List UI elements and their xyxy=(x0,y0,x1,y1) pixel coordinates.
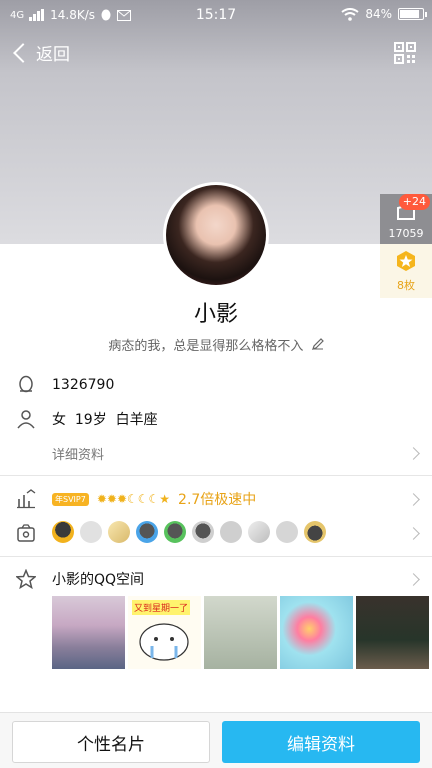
profile-name: 小影 xyxy=(193,302,238,327)
chevron-left-icon xyxy=(13,42,33,63)
avatar-photo xyxy=(166,185,266,285)
person-icon xyxy=(17,410,35,429)
penguin-green-icon xyxy=(164,521,186,543)
cartoon-icon xyxy=(139,623,189,661)
status-bar: 4G 14.8K/s 15:17 84% xyxy=(0,0,432,30)
gender-age-sign: 女 19岁 白羊座 xyxy=(52,412,158,428)
qr-code-icon[interactable] xyxy=(394,42,416,64)
personal-info-row: 女 19岁 白羊座 xyxy=(0,408,432,430)
chevron-right-icon xyxy=(407,492,420,506)
chevron-right-icon xyxy=(407,446,420,460)
back-label: 返回 xyxy=(36,45,70,65)
qq-number-row: 1326790 xyxy=(0,374,432,396)
back-button[interactable]: 返回 xyxy=(10,40,70,65)
penguin-blue-icon xyxy=(136,521,158,543)
details-row[interactable]: 详细资料 xyxy=(0,441,432,465)
penguin-grey-icon xyxy=(192,521,214,543)
speed-label: 2.7倍极速中 xyxy=(178,492,257,508)
vip-row[interactable]: 年SVIP7 ✹✹✹☾☾☾★ 2.7倍极速中 xyxy=(0,487,432,511)
qzone-photos: 又到星期一了 xyxy=(52,596,429,669)
details-link: 详细资料 xyxy=(52,447,105,463)
crown-grey-icon xyxy=(80,521,102,543)
chevron-right-icon xyxy=(407,572,420,586)
diamond-gold-icon xyxy=(108,521,130,543)
badge-icons xyxy=(52,521,326,543)
chevron-right-icon xyxy=(407,526,420,540)
photo-thumbnail[interactable]: 又到星期一了 xyxy=(128,596,201,669)
photo-thumbnail[interactable] xyxy=(204,596,277,669)
likes-badge[interactable]: +24 17059 xyxy=(380,194,432,244)
photo-thumbnail[interactable] xyxy=(356,596,429,669)
level-icon xyxy=(17,489,36,509)
star-grey-icon xyxy=(276,521,298,543)
diamond-grey-icon xyxy=(248,521,270,543)
qzone-title: 小影的QQ空间 xyxy=(52,572,145,588)
photo-thumbnail[interactable] xyxy=(52,596,125,669)
qzone-row[interactable]: 小影的QQ空间 xyxy=(0,568,432,590)
penguin-icon xyxy=(19,375,33,393)
qq-number: 1326790 xyxy=(52,377,115,393)
vip-cloud-icon xyxy=(220,521,242,543)
medals-badge[interactable]: 8枚 xyxy=(380,244,432,298)
signature[interactable]: 病态的我，总是显得那么格格不入 xyxy=(0,335,432,354)
wifi-icon xyxy=(341,7,359,21)
battery-icon xyxy=(398,8,427,20)
bottom-bar: 个性名片 编辑资料 xyxy=(0,712,432,768)
photo-thumbnail[interactable] xyxy=(280,596,353,669)
profile-card-button[interactable]: 个性名片 xyxy=(12,721,210,763)
divider xyxy=(0,556,432,557)
likes-count: 17059 xyxy=(388,227,424,240)
badge-case-icon xyxy=(17,524,35,542)
svip-badge: 年SVIP7 xyxy=(52,492,89,506)
penguin-crown-icon xyxy=(304,521,326,543)
signature-text: 病态的我，总是显得那么格格不入 xyxy=(108,339,304,354)
penguin-gold-icon xyxy=(52,521,74,543)
star-outline-icon xyxy=(16,569,36,589)
likes-increment: +24 xyxy=(398,194,430,210)
medal-icon xyxy=(397,251,415,271)
level-suns: ✹✹✹☾☾☾★ xyxy=(96,492,171,506)
medals-count: 8枚 xyxy=(397,279,415,292)
edit-profile-button[interactable]: 编辑资料 xyxy=(222,721,420,763)
pencil-icon xyxy=(311,338,324,350)
divider xyxy=(0,475,432,476)
avatar[interactable] xyxy=(163,182,269,288)
battery-percent: 84% xyxy=(365,7,392,21)
